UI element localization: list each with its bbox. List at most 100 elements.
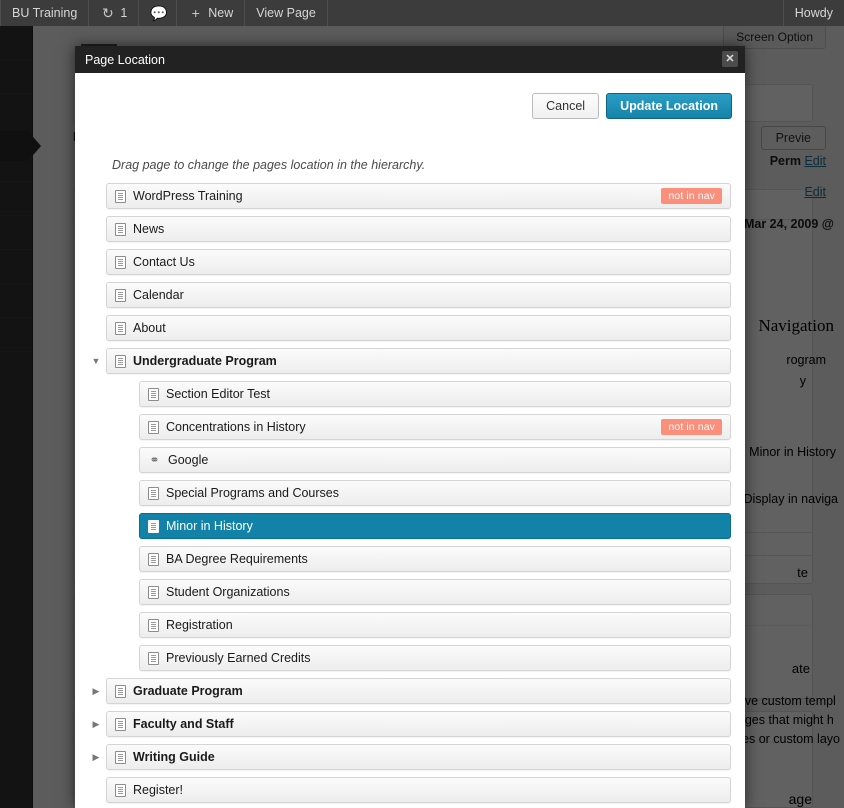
adminbar-new[interactable]: + New bbox=[177, 0, 246, 26]
adminbar-view-page[interactable]: View Page bbox=[245, 0, 328, 26]
page-icon bbox=[148, 519, 159, 533]
tree-item[interactable]: About bbox=[106, 315, 731, 341]
tree-item[interactable]: Calendar bbox=[106, 282, 731, 308]
tree-row: Minor in History bbox=[75, 513, 745, 546]
tree-item-label: Minor in History bbox=[166, 519, 253, 533]
tree-item[interactable]: Section Editor Test bbox=[139, 381, 731, 407]
tree-item-label: Calendar bbox=[133, 288, 184, 302]
tree-item-label: WordPress Training bbox=[133, 189, 243, 203]
tree-item[interactable]: WordPress Training not in nav bbox=[106, 183, 731, 209]
tree-row: WordPress Training not in nav bbox=[75, 183, 745, 216]
tree-item[interactable]: Contact Us bbox=[106, 249, 731, 275]
tree-row: Section Editor Test bbox=[75, 381, 745, 414]
tree-item-label: Writing Guide bbox=[133, 750, 215, 764]
drag-hint-text: Drag page to change the pages location i… bbox=[112, 158, 426, 172]
tree-item-label: Graduate Program bbox=[133, 684, 243, 698]
tree-row: BA Degree Requirements bbox=[75, 546, 745, 579]
tree-item-label: Contact Us bbox=[133, 255, 195, 269]
tree-item-label: Section Editor Test bbox=[166, 387, 270, 401]
page-icon bbox=[148, 651, 159, 665]
updates-count: 1 bbox=[120, 6, 128, 20]
page-icon bbox=[115, 321, 126, 335]
update-location-button[interactable]: Update Location bbox=[606, 93, 732, 119]
modal-header: Page Location ✕ bbox=[75, 46, 745, 73]
tree-row: ⚭ Google bbox=[75, 447, 745, 480]
tree-item-label: Register! bbox=[133, 783, 184, 797]
page-icon bbox=[115, 222, 126, 236]
cancel-button[interactable]: Cancel bbox=[532, 93, 600, 119]
chevron-right-icon[interactable]: ▶ bbox=[89, 678, 103, 704]
tree-item-label: Student Organizations bbox=[166, 585, 290, 599]
tree-item[interactable]: Faculty and Staff bbox=[106, 711, 731, 737]
page-hierarchy-tree[interactable]: WordPress Training not in nav News Contact … bbox=[75, 183, 745, 808]
tree-item[interactable]: Undergraduate Program bbox=[106, 348, 731, 374]
page-icon bbox=[148, 486, 159, 500]
page-icon bbox=[115, 750, 126, 764]
adminbar-site-name[interactable]: BU Training bbox=[0, 0, 90, 26]
tree-item-label: News bbox=[133, 222, 165, 236]
page-icon bbox=[115, 354, 126, 368]
page-icon bbox=[115, 684, 126, 698]
tree-item[interactable]: Previously Earned Credits bbox=[139, 645, 731, 671]
page-icon bbox=[148, 552, 159, 566]
adminbar-right-group: Howdy bbox=[782, 0, 844, 26]
page-icon bbox=[115, 288, 126, 302]
page-icon bbox=[148, 420, 159, 434]
tree-item[interactable]: Concentrations in History not in nav bbox=[139, 414, 731, 440]
page-icon bbox=[148, 585, 159, 599]
tree-row: Previously Earned Credits bbox=[75, 645, 745, 678]
tree-item[interactable]: Writing Guide bbox=[106, 744, 731, 770]
not-in-nav-badge: not in nav bbox=[661, 188, 722, 204]
tree-item[interactable]: Special Programs and Courses bbox=[139, 480, 731, 506]
tree-item[interactable]: News bbox=[106, 216, 731, 242]
tree-row: Register! bbox=[75, 777, 745, 808]
tree-item[interactable]: Graduate Program bbox=[106, 678, 731, 704]
adminbar-updates[interactable]: ↻ 1 bbox=[89, 0, 140, 26]
howdy-label: Howdy bbox=[794, 6, 833, 20]
page-icon bbox=[115, 717, 126, 731]
close-icon[interactable]: ✕ bbox=[722, 51, 738, 67]
view-page-label: View Page bbox=[256, 6, 316, 20]
tree-item-label: Registration bbox=[166, 618, 233, 632]
wp-admin-bar: BU Training ↻ 1 💬 + New View Page Howdy bbox=[0, 0, 844, 26]
not-in-nav-badge: not in nav bbox=[661, 419, 722, 435]
tree-item[interactable]: Student Organizations bbox=[139, 579, 731, 605]
tree-item[interactable]: ⚭ Google bbox=[139, 447, 731, 473]
modal-body: Cancel Update Location Drag page to chan… bbox=[75, 73, 745, 808]
chevron-right-icon[interactable]: ▶ bbox=[89, 711, 103, 737]
tree-item[interactable]: Minor in History bbox=[139, 513, 731, 539]
tree-item-label: Faculty and Staff bbox=[133, 717, 234, 731]
modal-action-buttons: Cancel Update Location bbox=[532, 93, 732, 119]
chevron-right-icon[interactable]: ▶ bbox=[89, 744, 103, 770]
page-root: BU Training ↻ 1 💬 + New View Page Howdy bbox=[0, 0, 844, 808]
tree-row: News bbox=[75, 216, 745, 249]
chevron-down-icon[interactable]: ▼ bbox=[89, 348, 103, 374]
comment-bubble-icon: 💬 bbox=[150, 4, 168, 21]
page-icon bbox=[115, 783, 126, 797]
tree-row: About bbox=[75, 315, 745, 348]
tree-row: ▶ Writing Guide bbox=[75, 744, 745, 777]
tree-item-label: Google bbox=[168, 453, 209, 467]
updates-icon: ↻ bbox=[101, 4, 114, 21]
tree-item[interactable]: BA Degree Requirements bbox=[139, 546, 731, 572]
tree-item[interactable]: Registration bbox=[139, 612, 731, 638]
adminbar-new-label: New bbox=[208, 6, 234, 20]
tree-row: Registration bbox=[75, 612, 745, 645]
tree-item-label: BA Degree Requirements bbox=[166, 552, 308, 566]
tree-row: Special Programs and Courses bbox=[75, 480, 745, 513]
page-icon bbox=[115, 255, 126, 269]
site-name-label: BU Training bbox=[12, 6, 78, 20]
tree-row: Contact Us bbox=[75, 249, 745, 282]
adminbar-howdy[interactable]: Howdy bbox=[782, 0, 844, 26]
page-location-modal: Page Location ✕ Cancel Update Location D… bbox=[75, 46, 745, 808]
tree-row: Concentrations in History not in nav bbox=[75, 414, 745, 447]
tree-item-label: Undergraduate Program bbox=[133, 354, 277, 368]
tree-item[interactable]: Register! bbox=[106, 777, 731, 803]
tree-item-label: Previously Earned Credits bbox=[166, 651, 311, 665]
page-icon bbox=[148, 387, 159, 401]
adminbar-comments[interactable]: 💬 bbox=[139, 0, 178, 26]
page-icon bbox=[115, 189, 126, 203]
modal-title: Page Location bbox=[85, 52, 165, 67]
tree-row: ▼ Undergraduate Program bbox=[75, 348, 745, 381]
tree-item-label: Special Programs and Courses bbox=[166, 486, 339, 500]
